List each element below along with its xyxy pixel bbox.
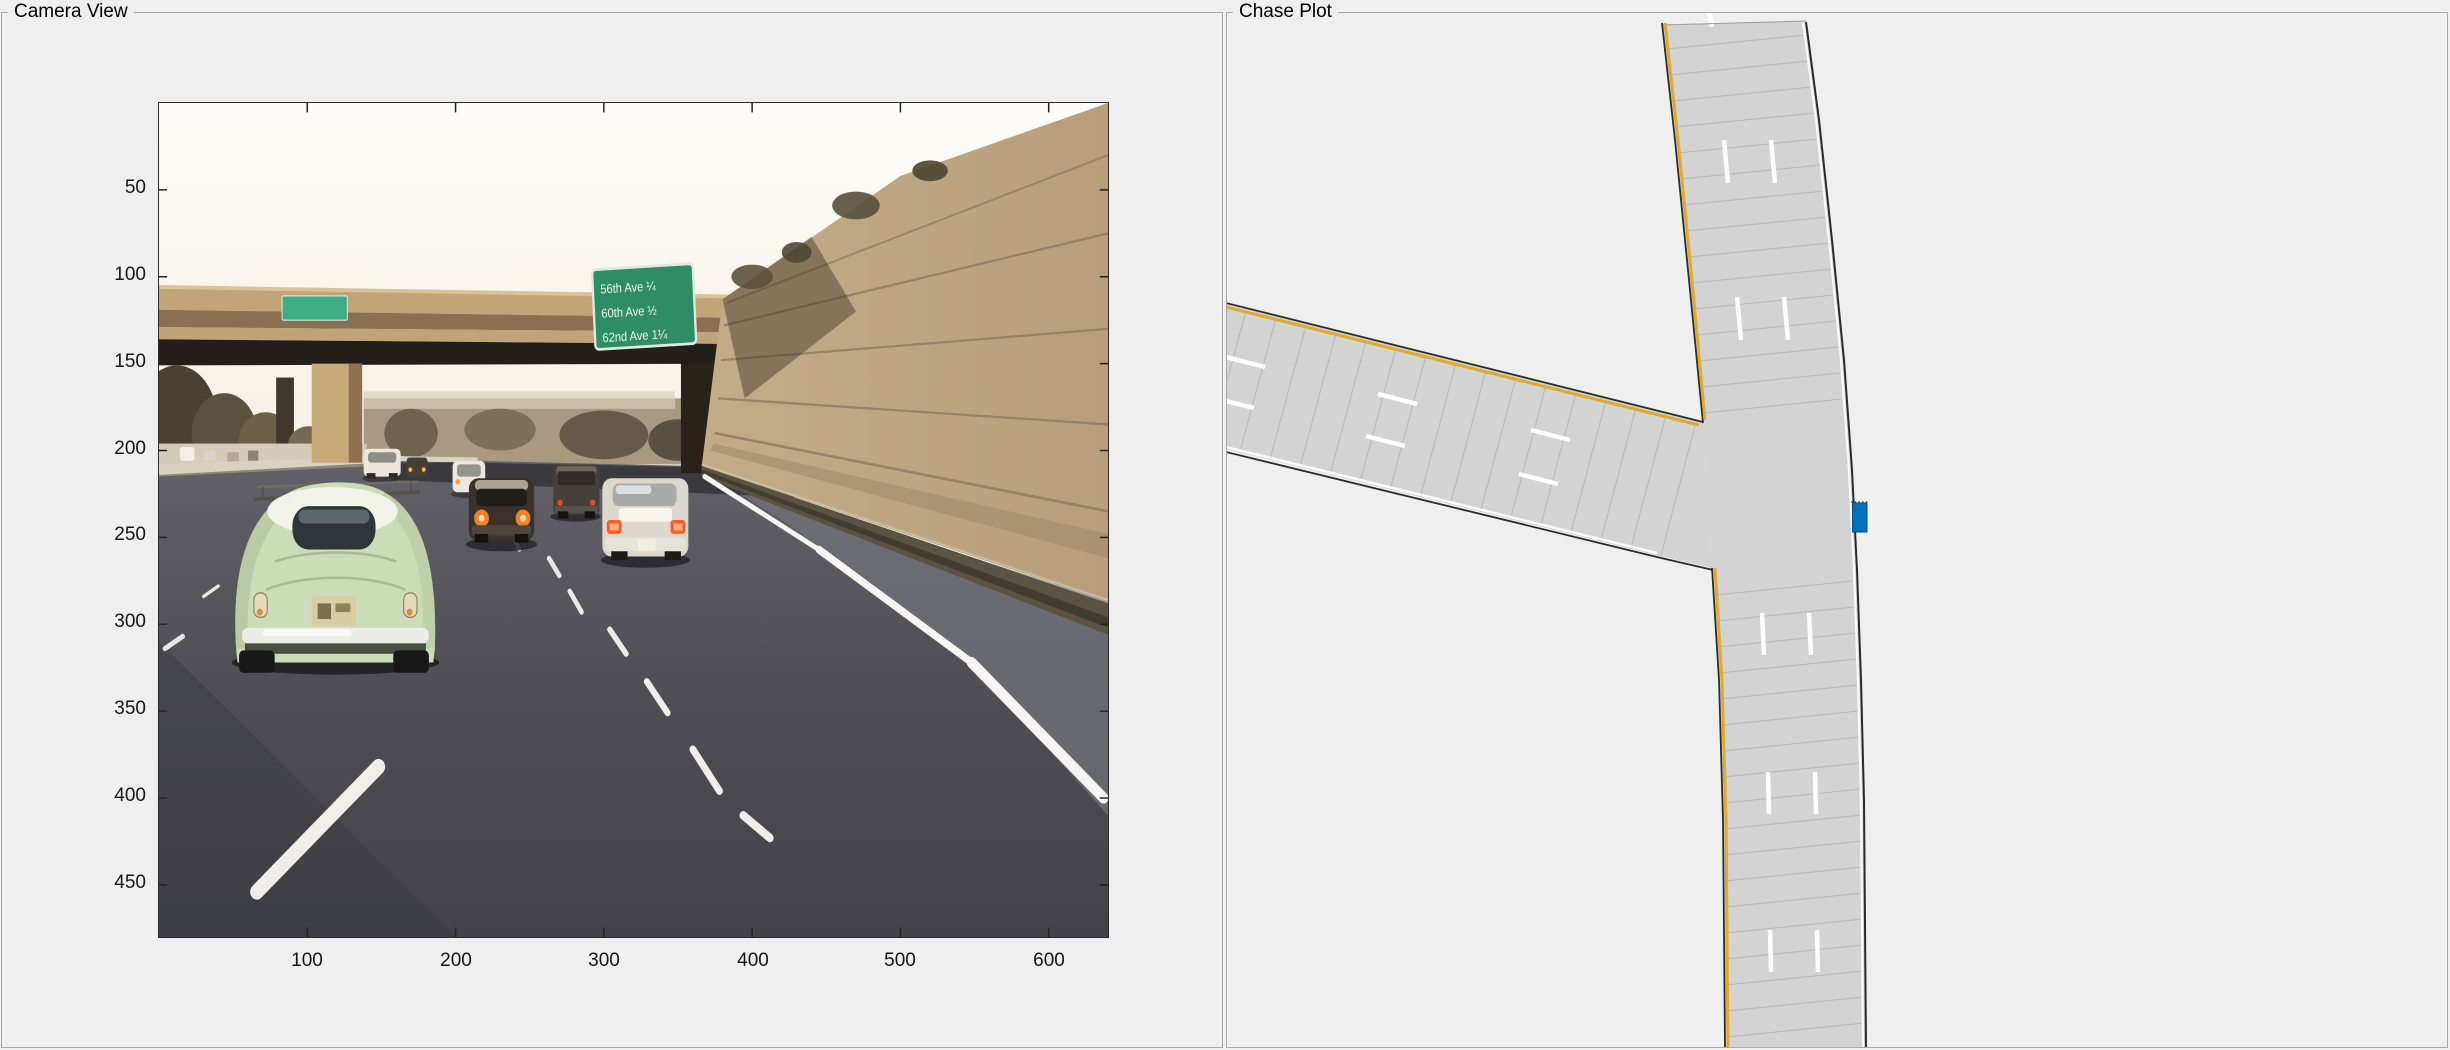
matlab-figure: Camera View (0, 0, 2450, 1050)
distant-structures (364, 391, 711, 464)
y-tick-label: 300 (60, 610, 146, 634)
x-tick-label: 100 (262, 949, 352, 973)
x-tick-label: 200 (411, 949, 501, 973)
chase-plot-panel: Chase Plot (1226, 12, 2448, 1048)
white-hatchback (362, 449, 401, 483)
camera-frame-image: 56th Ave ¼ 60th Ave ½ 62nd Ave 1¼ (159, 103, 1108, 937)
camera-image-axes: 56th Ave ¼ 60th Ave ½ 62nd Ave 1¼ (159, 103, 1108, 937)
bridge-sign (282, 296, 347, 320)
y-tick-label: 450 (60, 871, 146, 895)
ego-vehicle-marker (1851, 502, 1868, 532)
y-tick-label: 200 (60, 437, 146, 461)
dark-van (550, 464, 600, 521)
x-tick-label: 300 (559, 949, 649, 973)
y-tick-label: 50 (60, 176, 146, 200)
x-tick-label: 400 (708, 949, 798, 973)
x-tick-label: 500 (855, 949, 945, 973)
camera-view-panel-title: Camera View (8, 1, 134, 23)
y-tick-label: 150 (60, 350, 146, 374)
distant-dark-car (407, 457, 428, 476)
y-tick-label: 400 (60, 784, 146, 808)
silver-sedan (601, 478, 690, 567)
highway-sign: 56th Ave ¼ 60th Ave ½ 62nd Ave 1¼ (592, 264, 696, 350)
camera-view-panel: Camera View (1, 12, 1223, 1048)
y-tick-label: 100 (60, 263, 146, 287)
x-tick-label: 600 (1004, 949, 1094, 973)
branch-road-surface (1227, 304, 1712, 568)
dark-car (466, 478, 537, 551)
chase-plot-axes (1227, 13, 2447, 1047)
y-tick-label: 250 (60, 523, 146, 547)
y-tick-label: 350 (60, 697, 146, 721)
